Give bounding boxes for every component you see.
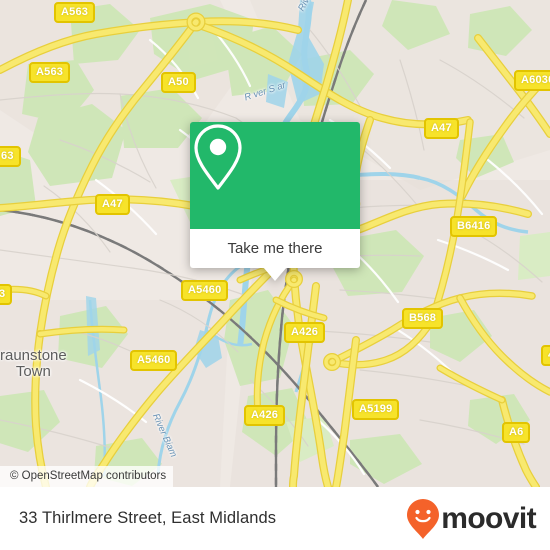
road-shield: A426	[284, 322, 326, 343]
road-shield: 3	[0, 284, 13, 305]
footer-bar: 33 Thirlmere Street, East Midlands moovi…	[0, 487, 550, 550]
take-me-there-label: Take me there	[227, 240, 323, 257]
road-shield: A5460	[130, 350, 178, 371]
moovit-logo[interactable]: moovit	[406, 498, 537, 540]
moovit-map-screenshot: .grn { fill:#cfe6b8; } .grn2 { fill:#d9e…	[0, 0, 550, 550]
road-shield: A50	[161, 72, 196, 93]
road-shield: A6030	[514, 70, 550, 91]
road-shield: 63	[0, 146, 21, 167]
callout-pointer	[263, 267, 287, 281]
take-me-there-callout[interactable]: Take me there	[190, 122, 360, 281]
place-label: raunstone Town	[0, 347, 67, 380]
map-attribution[interactable]: © OpenStreetMap contributors	[0, 466, 174, 487]
map-canvas[interactable]: .grn { fill:#cfe6b8; } .grn2 { fill:#d9e…	[0, 0, 550, 487]
road-shield: B568	[402, 308, 444, 329]
road-shield: 4	[541, 345, 550, 366]
road-shield: A47	[95, 194, 130, 215]
map-pin-icon	[194, 124, 242, 190]
callout-header	[190, 122, 360, 229]
moovit-wordmark: moovit	[441, 501, 536, 535]
road-shield: A563	[54, 2, 96, 23]
road-shield: A5460	[181, 280, 229, 301]
road-shield: A6	[502, 422, 531, 443]
take-me-there-button[interactable]: Take me there	[190, 229, 360, 281]
road-shield: B6416	[450, 216, 498, 237]
moovit-smiley-pin-icon	[407, 498, 440, 539]
address-label: 33 Thirlmere Street, East Midlands	[19, 509, 277, 527]
road-shield: A47	[424, 118, 459, 139]
road-shield: A426	[244, 405, 286, 426]
road-shield: A563	[29, 62, 71, 83]
road-shield: A5199	[352, 399, 400, 420]
